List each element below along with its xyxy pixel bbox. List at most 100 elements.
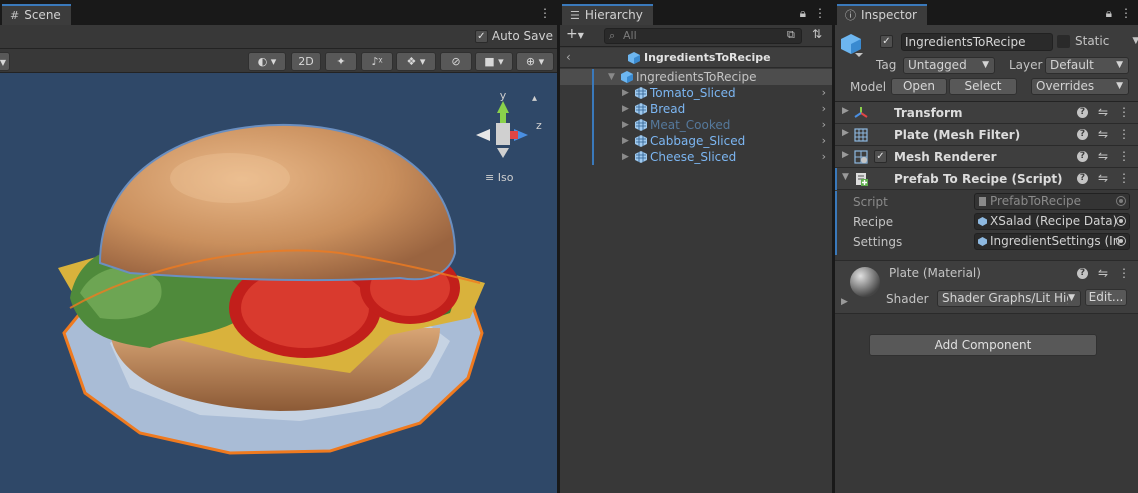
chevron-down-icon[interactable]: ▼ [1132, 36, 1138, 46]
tag-dropdown[interactable]: Untagged ▼ [903, 57, 995, 74]
more-vertical-icon[interactable]: ⋮ [1118, 266, 1130, 280]
tab-hierarchy[interactable]: ☰ Hierarchy [562, 4, 653, 25]
overrides-dropdown[interactable]: Overrides ▼ [1031, 78, 1129, 95]
selection-indicator [592, 149, 594, 165]
help-icon[interactable]: ? [1076, 268, 1088, 279]
preset-icon[interactable]: ⇋ [1098, 266, 1108, 280]
more-vertical-icon[interactable]: ⋮ [1118, 127, 1130, 141]
layer-dropdown[interactable]: Default ▼ [1045, 57, 1129, 74]
expand-right-icon[interactable]: ▶ [622, 133, 632, 149]
chevron-right-icon[interactable]: › [822, 133, 826, 149]
shading-mode-button[interactable]: ◐ ▾ [248, 52, 286, 71]
component-header[interactable]: ▶ Plate (Mesh Filter)? ⇋ ⋮ [835, 124, 1138, 146]
material-sphere-icon [850, 267, 880, 297]
select-button[interactable]: Select [949, 78, 1017, 95]
preset-icon[interactable]: ⇋ [1098, 171, 1108, 185]
hierarchy-item[interactable]: ▶ Tomato_Sliced › [560, 85, 832, 101]
hierarchy-item[interactable]: ▶ Cabbage_Sliced › [560, 133, 832, 149]
tab-inspector[interactable]: ⓘ Inspector [837, 4, 927, 25]
scene-tabbar: # Scene ⋮ [0, 0, 557, 25]
preset-icon[interactable]: ⇋ [1098, 105, 1108, 119]
burger-model[interactable]: y z ▴ [0, 73, 557, 493]
lock-icon[interactable]: ▴ [532, 93, 537, 104]
component-header[interactable]: ▶ ✓ Mesh Renderer? ⇋ ⋮ [835, 146, 1138, 168]
preset-icon[interactable]: ⇋ [1098, 149, 1108, 163]
static-toggle[interactable]: Static ▼ [1057, 34, 1138, 48]
expand-down-icon[interactable]: ▼ [608, 69, 618, 85]
settings-field[interactable]: IngredientSettings (In [974, 233, 1130, 250]
recipe-field[interactable]: XSalad (Recipe Data) [974, 213, 1130, 230]
chevron-right-icon[interactable]: › [822, 85, 826, 101]
object-picker-icon[interactable] [1116, 236, 1126, 246]
fold-right-icon[interactable]: ▶ [841, 297, 848, 307]
auto-save-toggle[interactable]: ✓ Auto Save [474, 29, 553, 43]
toggle-2d-button[interactable]: 2D [291, 52, 321, 71]
open-button[interactable]: Open [891, 78, 947, 95]
object-name-field[interactable]: IngredientsToRecipe [901, 33, 1053, 51]
selection-indicator [592, 117, 594, 133]
scene-search-icon[interactable]: ⧉ [787, 28, 795, 42]
projection-label[interactable]: ≡ Iso [485, 171, 513, 184]
orientation-gizmo[interactable]: y z ▴ [476, 89, 542, 158]
lock-icon[interactable]: 🔒︎ [800, 6, 806, 21]
camera-settings-button[interactable]: ■ ▾ [475, 52, 513, 71]
expand-right-icon[interactable]: ▶ [622, 149, 632, 165]
lighting-toggle-button[interactable]: ✦ [325, 52, 357, 71]
scene-tab-menu[interactable]: ⋮ [539, 6, 551, 20]
static-checkbox[interactable] [1057, 34, 1070, 48]
more-vertical-icon[interactable]: ⋮ [1118, 149, 1130, 163]
help-icon[interactable]: ? [1076, 107, 1088, 118]
sort-icon[interactable]: ⇅ [812, 27, 822, 41]
hierarchy-item[interactable]: ▶ Cheese_Sliced › [560, 149, 832, 165]
component-name: Mesh Renderer [894, 150, 997, 164]
edit-shader-button[interactable]: Edit... [1085, 289, 1127, 306]
lock-icon[interactable]: 🔒︎ [1106, 6, 1112, 21]
create-dropdown-button[interactable]: +▼ [566, 26, 584, 42]
help-icon[interactable]: ? [1076, 151, 1088, 162]
visibility-toggle-button[interactable]: ⊘ [440, 52, 472, 71]
back-arrow-icon[interactable]: ‹ [566, 50, 571, 64]
scene-viewport[interactable]: y z ▴ ≡ Iso [0, 73, 557, 493]
expand-right-icon[interactable]: ▶ [622, 101, 632, 117]
fold-right-icon[interactable]: ▶ [842, 128, 849, 138]
effects-toggle-button[interactable]: ❖ ▾ [396, 52, 436, 71]
tool-dropdown-button[interactable]: ▼ [0, 52, 10, 71]
expand-right-icon[interactable]: ▶ [622, 85, 632, 101]
fold-right-icon[interactable]: ▶ [842, 150, 849, 160]
hierarchy-search-input[interactable]: ⌕ All [604, 28, 802, 44]
prefab-model-icon [635, 119, 647, 131]
hierarchy-item-label: Cheese_Sliced [650, 150, 737, 164]
gizmos-button[interactable]: ⊕ ▾ [516, 52, 554, 71]
help-icon[interactable]: ? [1076, 129, 1088, 140]
object-picker-icon[interactable] [1116, 216, 1126, 226]
hierarchy-tab-tools: 🔒︎ ⋮ [800, 6, 826, 21]
more-vertical-icon[interactable]: ⋮ [1118, 171, 1130, 185]
component-header[interactable]: ▼ Prefab To Recipe (Script)? ⇋ ⋮ [835, 168, 1138, 190]
help-icon[interactable]: ? [1076, 173, 1088, 184]
hierarchy-root-label: ▼ IngredientsToRecipe [608, 69, 756, 85]
transform-icon [854, 106, 868, 120]
chevron-right-icon[interactable]: › [822, 149, 826, 165]
tab-scene[interactable]: # Scene [2, 4, 71, 25]
active-checkbox[interactable]: ✓ [880, 35, 893, 48]
add-component-button[interactable]: Add Component [869, 334, 1097, 356]
shader-dropdown[interactable]: Shader Graphs/Lit Hig ▼ [937, 290, 1081, 307]
more-vertical-icon[interactable]: ⋮ [814, 6, 826, 21]
recipe-value: XSalad (Recipe Data) [990, 214, 1118, 228]
hierarchy-item[interactable]: ▶ Meat_Cooked › [560, 117, 832, 133]
expand-right-icon[interactable]: ▶ [622, 117, 632, 133]
component-enabled-checkbox[interactable]: ✓ [874, 150, 887, 163]
preset-icon[interactable]: ⇋ [1098, 127, 1108, 141]
chevron-right-icon[interactable]: › [822, 101, 826, 117]
auto-save-checkbox[interactable]: ✓ [474, 29, 488, 43]
hierarchy-item[interactable]: ▶ Bread › [560, 101, 832, 117]
fold-right-icon[interactable]: ▶ [842, 106, 849, 116]
component-header[interactable]: ▶ Transform? ⇋ ⋮ [835, 102, 1138, 124]
audio-toggle-button[interactable]: ♪ᵡ [361, 52, 393, 71]
hierarchy-root-row[interactable]: ▼ IngredientsToRecipe [560, 69, 832, 85]
more-vertical-icon[interactable]: ⋮ [1118, 105, 1130, 119]
more-vertical-icon[interactable]: ⋮ [1120, 6, 1132, 21]
chevron-right-icon[interactable]: › [822, 117, 826, 133]
fold-down-icon[interactable]: ▼ [842, 172, 849, 182]
more-vertical-icon[interactable]: ⋮ [539, 6, 551, 20]
